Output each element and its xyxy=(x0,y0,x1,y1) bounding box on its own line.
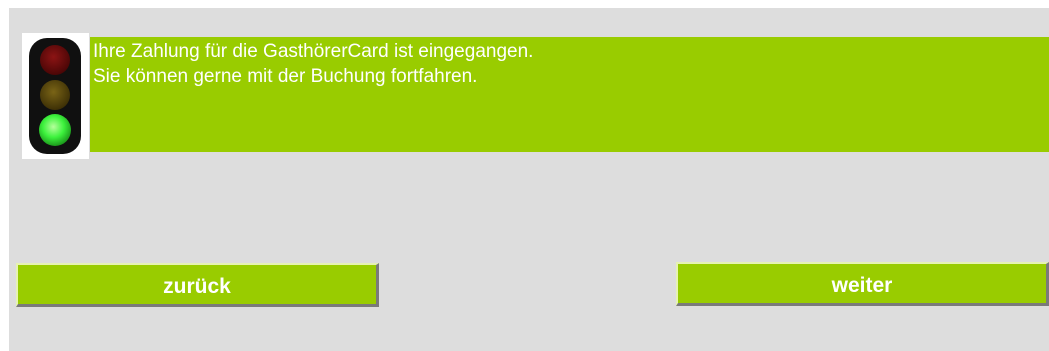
status-message-line-1: Ihre Zahlung für die GasthörerCard ist e… xyxy=(93,41,534,62)
traffic-light-graphic xyxy=(29,38,81,154)
status-message-row: Ihre Zahlung für die GasthörerCard ist e… xyxy=(22,33,1049,159)
yellow-lamp-icon xyxy=(40,80,70,110)
next-button[interactable]: weiter xyxy=(676,262,1049,306)
status-message-line-2: Sie können gerne mit der Buchung fortfah… xyxy=(93,66,478,87)
red-lamp-icon xyxy=(40,45,70,75)
traffic-light-icon xyxy=(22,33,89,159)
status-message: Ihre Zahlung für die GasthörerCard ist e… xyxy=(90,37,1049,152)
back-button[interactable]: zurück xyxy=(16,263,379,307)
green-lamp-icon xyxy=(39,114,71,146)
